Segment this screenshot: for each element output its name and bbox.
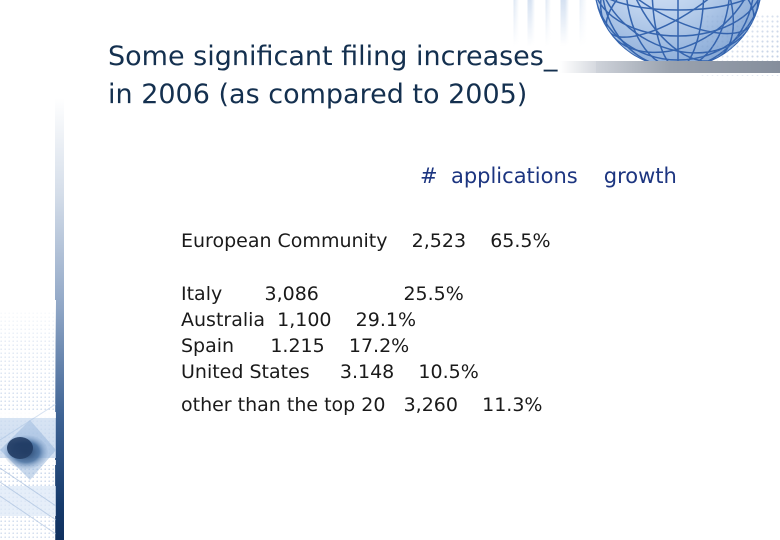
header-applications: # applications xyxy=(420,164,578,188)
table-row-united-states: United States 3.148 10.5% xyxy=(181,361,479,383)
header-growth: growth xyxy=(603,164,677,188)
slide-canvas: Some significant filing increases_ in 20… xyxy=(0,0,780,540)
table-row-european-community: European Community 2,523 65.5% xyxy=(181,230,551,252)
table-row-group: Italy 3,086 25.5% Australia 1,100 29.1% Sp… xyxy=(181,281,479,385)
table-row-other-than-top-20: other than the top 20 3,260 11.3% xyxy=(181,394,543,416)
bottom-left-artwork xyxy=(0,300,56,540)
slide-title: Some significant filing increases_ in 20… xyxy=(108,41,558,110)
table-row-spain: Spain 1.215 17.2% xyxy=(181,335,410,357)
left-accent-bar-edge xyxy=(64,98,66,540)
table-row-australia: Australia 1,100 29.1% xyxy=(181,309,417,331)
table-row-italy: Italy 3,086 25.5% xyxy=(181,283,464,305)
halftone-dot-pattern xyxy=(700,14,780,76)
left-accent-bar xyxy=(55,98,64,540)
table-column-headers: # applications growth xyxy=(420,164,677,188)
